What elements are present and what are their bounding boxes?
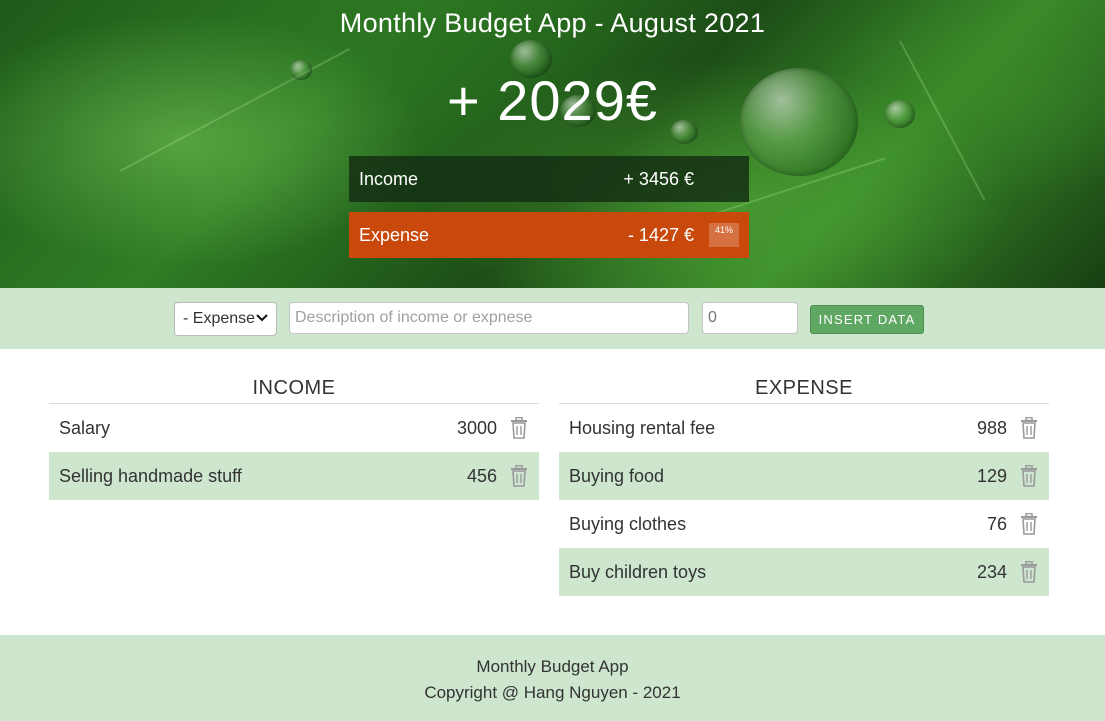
footer-app-name: Monthly Budget App xyxy=(476,657,629,676)
list-item: Housing rental fee 988 xyxy=(559,404,1049,452)
expense-list: EXPENSE Housing rental fee 988 Buying fo… xyxy=(559,372,1049,596)
add-entry-bar: - Expense INSERT DATA xyxy=(0,288,1105,349)
list-item: Selling handmade stuff 456 xyxy=(49,452,539,500)
item-description: Selling handmade stuff xyxy=(59,465,242,486)
item-value: 3000 xyxy=(456,417,497,438)
trash-icon[interactable] xyxy=(509,464,529,488)
description-input[interactable] xyxy=(289,302,689,334)
item-value: 129 xyxy=(976,465,1007,486)
expense-summary-value: - 1427 € xyxy=(627,224,694,245)
value-input[interactable] xyxy=(702,302,798,334)
item-value: 456 xyxy=(466,465,497,486)
expense-summary: Expense - 1427 € 41% xyxy=(349,212,749,258)
footer: Monthly Budget App Copyright @ Hang Nguy… xyxy=(0,635,1105,721)
footer-copyright: Copyright @ Hang Nguyen - 2021 xyxy=(424,683,681,702)
type-select[interactable]: - Expense xyxy=(174,302,277,336)
item-value: 988 xyxy=(976,417,1007,438)
income-summary-label: Income xyxy=(359,168,419,189)
item-description: Housing rental fee xyxy=(569,417,716,438)
header-banner: Monthly Budget App - August 2021 + 2029€… xyxy=(0,0,1105,288)
item-description: Buy children toys xyxy=(569,561,707,582)
trash-icon[interactable] xyxy=(509,416,529,440)
item-description: Buying food xyxy=(569,465,665,486)
item-value: 76 xyxy=(986,513,1007,534)
expense-percent-badge: 41% xyxy=(709,223,739,247)
expense-title: EXPENSE xyxy=(559,372,1049,404)
list-item: Salary 3000 xyxy=(49,404,539,452)
insert-data-button[interactable]: INSERT DATA xyxy=(810,305,924,334)
trash-icon[interactable] xyxy=(1019,416,1039,440)
expense-summary-label: Expense xyxy=(359,224,430,245)
trash-icon[interactable] xyxy=(1019,464,1039,488)
item-description: Buying clothes xyxy=(569,513,687,534)
income-list: INCOME Salary 3000 Selling handmade stuf… xyxy=(49,372,539,500)
income-summary-value: + 3456 € xyxy=(623,168,694,189)
type-select-value: - Expense xyxy=(183,310,256,327)
budget-total: + 2029€ xyxy=(447,69,658,132)
list-item: Buying food 129 xyxy=(559,452,1049,500)
income-summary: Income + 3456 € xyxy=(349,156,749,202)
item-value: 234 xyxy=(976,561,1007,582)
item-description: Salary xyxy=(59,417,111,438)
page-title: Monthly Budget App - August 2021 xyxy=(339,8,766,38)
trash-icon[interactable] xyxy=(1019,512,1039,536)
chevron-down-icon xyxy=(256,312,268,326)
list-item: Buy children toys 234 xyxy=(559,548,1049,596)
list-item: Buying clothes 76 xyxy=(559,500,1049,548)
trash-icon[interactable] xyxy=(1019,560,1039,584)
income-title: INCOME xyxy=(49,372,539,404)
